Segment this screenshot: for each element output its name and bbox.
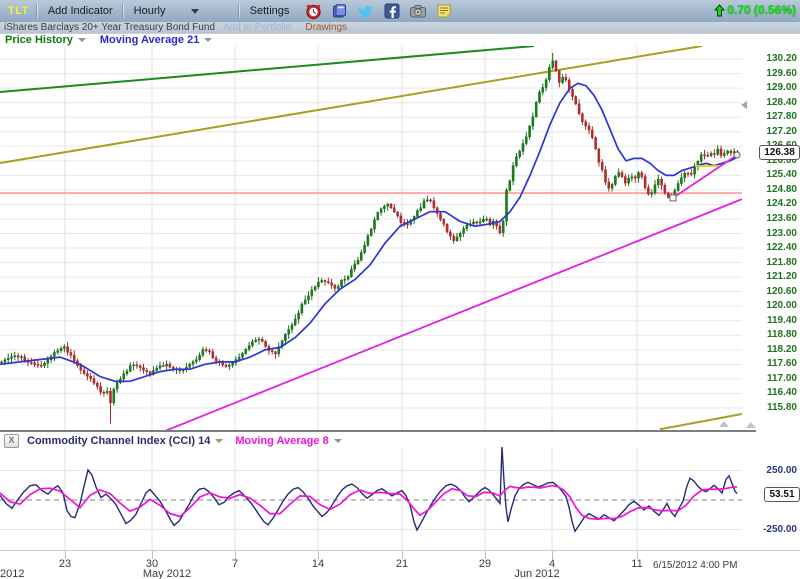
symbol-ticker[interactable]: TLT <box>0 5 37 17</box>
price-axis-label: 120.00 <box>766 300 797 311</box>
price-axis: 130.20 129.60 129.00 128.40 127.80 127.20 126.… <box>742 46 800 430</box>
cci-axis-label: 250.00 <box>766 465 797 476</box>
panel-splitter[interactable] <box>0 430 756 432</box>
price-axis-label: 117.60 <box>767 358 797 369</box>
add-to-portfolio-link[interactable]: Add to Portfolio <box>223 22 291 33</box>
add-indicator-button[interactable]: Add Indicator <box>38 5 123 17</box>
price-axis-label: 124.20 <box>766 198 797 209</box>
marker-triangle-icon <box>746 422 756 428</box>
price-axis-label: 121.20 <box>766 271 797 282</box>
time-axis-day-label: 11 <box>631 558 642 570</box>
cci-dropdown[interactable]: Commodity Channel Index (CCI) 14 <box>27 435 210 447</box>
cci-last-value-badge: 53.51 <box>764 487 800 502</box>
timestamp-label: 6/15/2012 4:00 PM <box>653 560 738 571</box>
price-axis-label: 121.80 <box>766 257 797 268</box>
price-axis-label: 127.80 <box>766 111 797 122</box>
price-axis-label: 124.80 <box>766 184 797 195</box>
price-axis-label: 129.00 <box>766 82 797 93</box>
price-axis-label: 130.20 <box>766 53 797 64</box>
time-axis-month-label: Jun 2012 <box>514 568 559 579</box>
chevron-down-icon[interactable] <box>215 439 223 443</box>
price-axis-label: 125.40 <box>766 169 797 180</box>
time-axis: 2012 6/15/2012 4:00 PM 2330May 201271421… <box>0 550 800 579</box>
cci-chart-svg <box>0 447 742 550</box>
price-axis-label: 118.80 <box>767 329 797 340</box>
fund-name-label: iShares Barclays 20+ Year Treasury Bond … <box>0 22 215 33</box>
cci-chart-canvas[interactable] <box>0 447 742 550</box>
price-axis-label: 123.60 <box>766 213 797 224</box>
price-axis-label: 120.60 <box>766 286 797 297</box>
timeframe-dropdown[interactable]: Hourly <box>124 5 239 17</box>
price-axis-label: 119.40 <box>767 315 797 326</box>
drawings-link[interactable]: Drawings <box>305 22 347 33</box>
price-history-dropdown[interactable]: Price History <box>5 34 73 46</box>
chevron-down-icon[interactable] <box>334 439 342 443</box>
price-axis-label: 117.00 <box>767 373 797 384</box>
settings-button[interactable]: Settings <box>240 5 300 17</box>
last-price-badge: 126.38 <box>759 145 800 160</box>
price-axis-label: 122.40 <box>766 242 797 253</box>
time-axis-day-label: 23 <box>59 558 71 570</box>
price-chart-canvas[interactable] <box>0 46 742 430</box>
price-change-indicator: 0.70 (0.56%) <box>714 3 796 17</box>
price-legend-row: Price History Moving Average 21 <box>0 34 800 46</box>
year-label-partial: 2012 <box>0 568 24 579</box>
price-axis-label: 123.00 <box>766 228 797 239</box>
twitter-icon[interactable] <box>357 3 375 20</box>
moving-average-21-dropdown[interactable]: Moving Average 21 <box>100 34 199 46</box>
price-axis-label: 129.60 <box>766 68 797 79</box>
cci-axis-label: -250.00 <box>763 524 797 535</box>
facebook-icon[interactable] <box>384 3 400 19</box>
change-text: 0.70 (0.56%) <box>727 3 796 17</box>
time-axis-day-label: 21 <box>396 558 408 570</box>
cci-header-row: X Commodity Channel Index (CCI) 14 Movin… <box>0 434 800 447</box>
camera-icon[interactable] <box>409 3 427 19</box>
chevron-down-icon[interactable] <box>204 38 212 42</box>
price-axis-label: 127.20 <box>766 126 797 137</box>
price-axis-label: 128.40 <box>766 97 797 108</box>
time-axis-day-label: 29 <box>479 558 491 570</box>
sub-toolbar: iShares Barclays 20+ Year Treasury Bond … <box>0 22 800 34</box>
up-arrow-icon <box>714 4 725 17</box>
marker-triangle-icon <box>719 421 729 427</box>
time-axis-month-label: May 2012 <box>143 568 191 579</box>
toolbar-icons <box>305 3 452 20</box>
cci-close-button[interactable]: X <box>4 434 19 448</box>
price-axis-label: 116.40 <box>767 387 797 398</box>
price-chart-svg <box>0 46 742 430</box>
candlesticks <box>1 53 739 424</box>
price-axis-label: 118.20 <box>767 344 797 355</box>
chevron-down-icon[interactable] <box>78 38 86 42</box>
chevron-down-icon[interactable] <box>191 9 199 14</box>
time-axis-day-label: 14 <box>312 558 324 570</box>
cci-ma-dropdown[interactable]: Moving Average 8 <box>235 435 328 447</box>
time-axis-day-label: 7 <box>232 558 238 570</box>
library-icon[interactable] <box>331 3 348 20</box>
timeframe-value: Hourly <box>134 5 166 17</box>
main-toolbar: TLT Add Indicator Hourly Settings <box>0 0 800 22</box>
alarm-clock-icon[interactable] <box>305 3 322 20</box>
charting-app-window: TLT Add Indicator Hourly Settings <box>0 0 800 579</box>
price-axis-label: 115.80 <box>767 402 797 413</box>
high-marker-icon <box>741 101 747 109</box>
notes-icon[interactable] <box>436 3 452 19</box>
